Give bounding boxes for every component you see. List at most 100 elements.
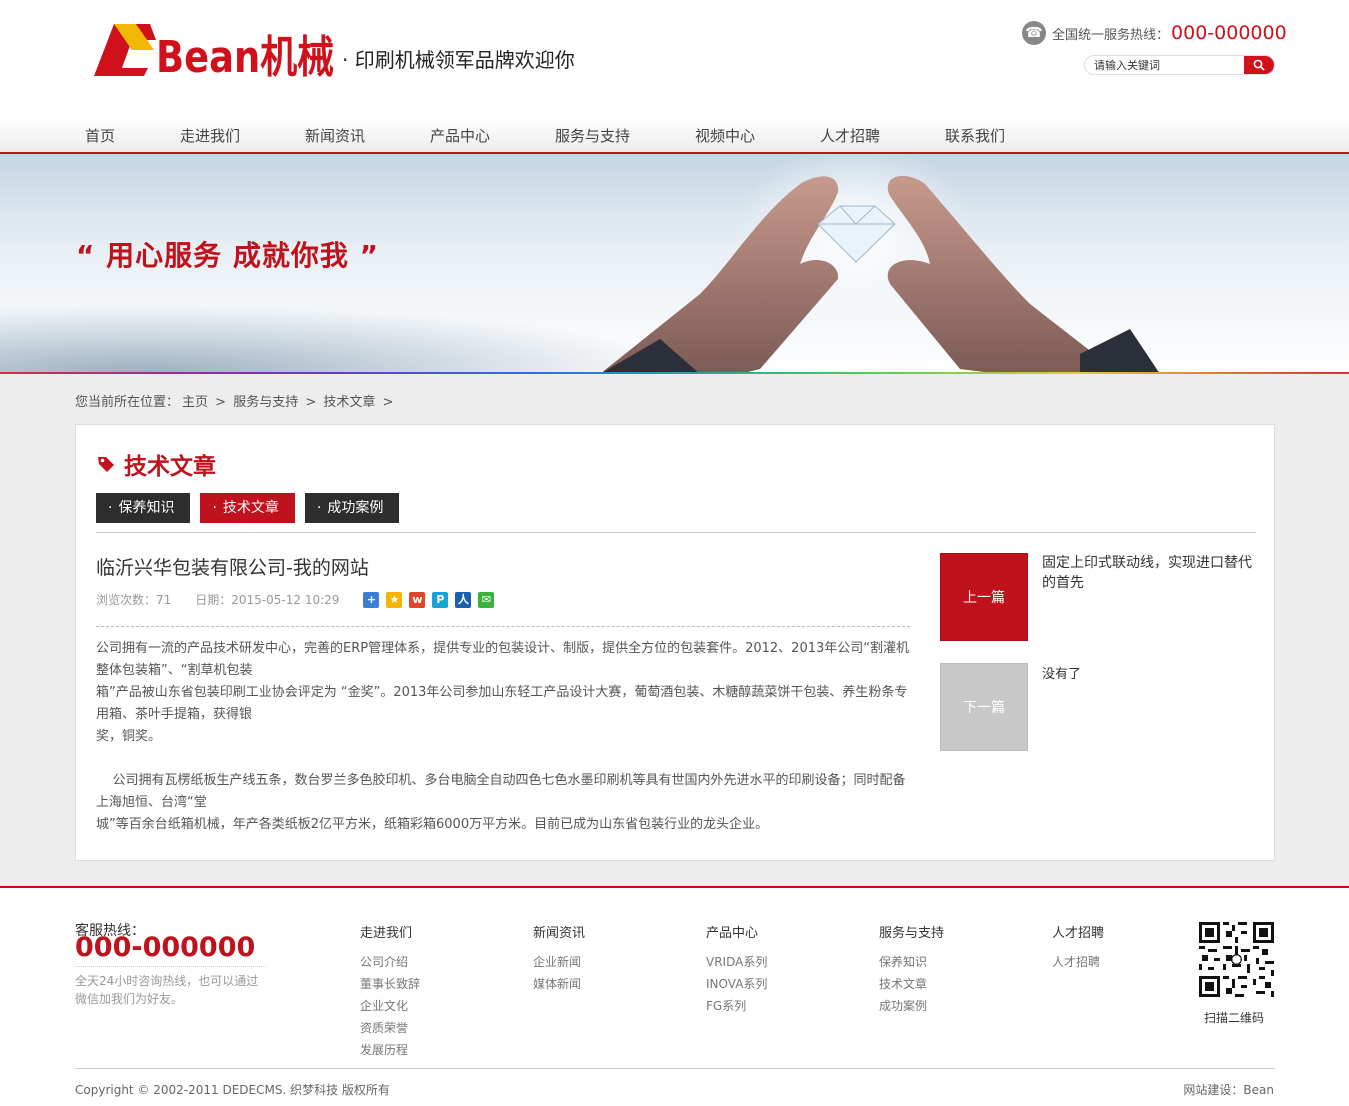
article-title: 临沂兴华包装有限公司-我的网站 bbox=[96, 557, 369, 579]
article-paragraph: 奖，铜奖。 bbox=[96, 729, 162, 744]
tabs-divider bbox=[96, 532, 1256, 533]
footer-col-about: 走进我们 公司介绍 董事长致辞 企业文化 资质荣誉 发展历程 bbox=[360, 922, 420, 1061]
tab-maintenance[interactable]: · 保养知识 bbox=[96, 493, 191, 523]
breadcrumb-separator: > bbox=[382, 395, 394, 410]
breadcrumb-tech-articles[interactable]: 技术文章 bbox=[323, 395, 375, 410]
hotline-label: 全国统一服务热线： bbox=[1052, 27, 1170, 43]
logo-text: Bean机械 bbox=[156, 32, 334, 83]
tab-bullet: · bbox=[212, 500, 217, 516]
breadcrumb-separator: > bbox=[305, 395, 317, 410]
footer-col-title[interactable]: 新闻资讯 bbox=[533, 922, 585, 941]
breadcrumb-home[interactable]: 主页 bbox=[182, 395, 208, 410]
qzone-icon[interactable]: ★ bbox=[386, 591, 403, 608]
footer-col-jobs: 人才招聘 人才招聘 bbox=[1052, 922, 1104, 973]
prev-article-button[interactable]: 上一篇 bbox=[940, 553, 1028, 641]
search-input[interactable] bbox=[1085, 56, 1244, 74]
share-plus-icon[interactable]: + bbox=[363, 591, 380, 608]
footer-service-divider bbox=[75, 966, 266, 967]
nav-item-products[interactable]: 产品中心 bbox=[430, 118, 490, 154]
nav-item-video[interactable]: 视频中心 bbox=[695, 118, 755, 154]
qr-code-icon bbox=[1199, 922, 1274, 997]
hotline-number: 000-000000 bbox=[1171, 22, 1287, 44]
share-bar: + ★ w P 人 ✉ bbox=[363, 591, 501, 608]
article-body: 公司拥有一流的产品技术研发中心，完善的ERP管理体系，提供专业的包装设计、制版，… bbox=[96, 638, 911, 836]
nav-item-news[interactable]: 新闻资讯 bbox=[305, 118, 365, 154]
tab-tech-articles[interactable]: · 技术文章 bbox=[200, 493, 295, 523]
site-header: Bean机械 · 印刷机械领军品牌欢迎你 ☎ 全国统一服务热线： 000-000… bbox=[0, 0, 1349, 118]
nav-item-service[interactable]: 服务与支持 bbox=[555, 118, 630, 154]
footer-divider bbox=[75, 1068, 1275, 1069]
nav-item-jobs[interactable]: 人才招聘 bbox=[820, 118, 880, 154]
main-nav: 首页 走进我们 新闻资讯 产品中心 服务与支持 视频中心 人才招聘 联系我们 bbox=[0, 118, 1349, 154]
header-slogan: · 印刷机械领军品牌欢迎你 bbox=[342, 48, 575, 72]
tencent-weibo-icon[interactable]: P bbox=[432, 591, 449, 608]
copyright: Copyright © 2002-2011 DEDECMS. 织梦科技 版权所有 bbox=[75, 1083, 390, 1097]
site-builder[interactable]: 网站建设：Bean bbox=[1183, 1081, 1274, 1098]
search-icon bbox=[1253, 59, 1265, 71]
footer-link[interactable]: VRIDA系列 bbox=[706, 951, 767, 973]
footer-link[interactable]: 成功案例 bbox=[879, 995, 944, 1017]
qr-label: 扫描二维码 bbox=[1204, 1011, 1265, 1025]
content-panel: 技术文章 · 保养知识 · 技术文章 · 成功案例 临沂兴华包装有限公司-我的网站 浏… bbox=[75, 424, 1275, 861]
footer-link[interactable]: 技术文章 bbox=[879, 973, 944, 995]
footer-link[interactable]: 媒体新闻 bbox=[533, 973, 585, 995]
footer-col-news: 新闻资讯 企业新闻 媒体新闻 bbox=[533, 922, 585, 995]
renren-icon[interactable]: 人 bbox=[455, 591, 472, 608]
article-divider bbox=[96, 626, 910, 627]
wechat-icon[interactable]: ✉ bbox=[478, 591, 495, 608]
nav-item-home[interactable]: 首页 bbox=[85, 118, 115, 154]
breadcrumb: 您当前所在位置： 主页 > 服务与支持 > 技术文章 > bbox=[75, 391, 396, 410]
tag-icon bbox=[98, 457, 114, 472]
weibo-icon[interactable]: w bbox=[409, 591, 426, 608]
footer-link[interactable]: 董事长致辞 bbox=[360, 973, 420, 995]
tab-label: 成功案例 bbox=[327, 500, 384, 516]
article-paragraph: 城”等百余台纸箱机械，年产各类纸板2亿平方米，纸箱彩箱6000万平方米。目前已成… bbox=[96, 817, 769, 832]
hero-banner: “ 用心服务 成就你我 ” bbox=[0, 154, 1349, 374]
article-paragraph: 公司拥有瓦楞纸板生产线五条，数台罗兰多色胶印机、多台电脑全自动四色七色水墨印刷机… bbox=[96, 773, 906, 810]
article-paragraph: 公司拥有一流的产品技术研发中心，完善的ERP管理体系，提供专业的包装设计、制版，… bbox=[96, 641, 909, 678]
next-article-button[interactable]: 下一篇 bbox=[940, 663, 1028, 751]
phone-icon: ☎ bbox=[1022, 21, 1046, 45]
footer-link[interactable]: 公司介绍 bbox=[360, 951, 420, 973]
footer-service-desc: 全天24小时咨询热线，也可以通过微信加我们为好友。 bbox=[75, 974, 259, 1006]
section-heading: 技术文章 bbox=[96, 447, 216, 481]
footer-link[interactable]: 人才招聘 bbox=[1052, 951, 1104, 973]
search-box bbox=[1084, 55, 1275, 75]
footer-service-number: 000-000000 bbox=[75, 932, 256, 963]
nav-item-about[interactable]: 走进我们 bbox=[180, 118, 240, 154]
footer-link[interactable]: FG系列 bbox=[706, 995, 767, 1017]
view-count: 浏览次数：71 bbox=[96, 593, 172, 607]
article-meta: 浏览次数：71 日期：2015-05-12 10:29 + ★ w P 人 ✉ bbox=[96, 591, 501, 608]
tab-bullet: · bbox=[108, 500, 113, 516]
footer-col-title[interactable]: 走进我们 bbox=[360, 922, 420, 941]
footer-link[interactable]: 发展历程 bbox=[360, 1039, 420, 1061]
site-footer: 客服热线： 000-000000 全天24小时咨询热线，也可以通过微信加我们为好… bbox=[0, 886, 1349, 1106]
footer-col-title[interactable]: 产品中心 bbox=[706, 922, 767, 941]
footer-col-title[interactable]: 人才招聘 bbox=[1052, 922, 1104, 941]
article-paragraph: 箱”产品被山东省包装印刷工业协会评定为 “金奖”。2013年公司参加山东轻工产品… bbox=[96, 685, 908, 722]
breadcrumb-separator: > bbox=[215, 395, 227, 410]
breadcrumb-service[interactable]: 服务与支持 bbox=[233, 395, 298, 410]
hotline: ☎ 全国统一服务热线： 000-000000 bbox=[1022, 20, 1287, 46]
prev-article-title[interactable]: 固定上印式联动线，实现进口替代的首先 bbox=[1042, 553, 1260, 593]
footer-link[interactable]: INOVA系列 bbox=[706, 973, 767, 995]
nav-item-contact[interactable]: 联系我们 bbox=[945, 118, 1005, 154]
next-article-title: 没有了 bbox=[1042, 667, 1082, 682]
tab-success-cases[interactable]: · 成功案例 bbox=[304, 493, 400, 523]
footer-col-products: 产品中心 VRIDA系列 INOVA系列 FG系列 bbox=[706, 922, 767, 1017]
footer-link[interactable]: 资质荣誉 bbox=[360, 1017, 420, 1039]
tab-label: 保养知识 bbox=[118, 500, 175, 516]
footer-link[interactable]: 保养知识 bbox=[879, 951, 944, 973]
banner-slogan: “ 用心服务 成就你我 ” bbox=[76, 239, 380, 272]
article-date: 日期：2015-05-12 10:29 bbox=[195, 593, 340, 607]
breadcrumb-prefix: 您当前所在位置： bbox=[75, 395, 180, 410]
search-button[interactable] bbox=[1244, 56, 1274, 74]
footer-col-service: 服务与支持 保养知识 技术文章 成功案例 bbox=[879, 922, 944, 1017]
footer-col-title[interactable]: 服务与支持 bbox=[879, 922, 944, 941]
bean-logo-icon[interactable]: Bean机械 bbox=[92, 16, 342, 84]
category-tabs: · 保养知识 · 技术文章 · 成功案例 bbox=[96, 493, 409, 523]
footer-link[interactable]: 企业文化 bbox=[360, 995, 420, 1017]
section-title: 技术文章 bbox=[124, 454, 216, 480]
footer-link[interactable]: 企业新闻 bbox=[533, 951, 585, 973]
